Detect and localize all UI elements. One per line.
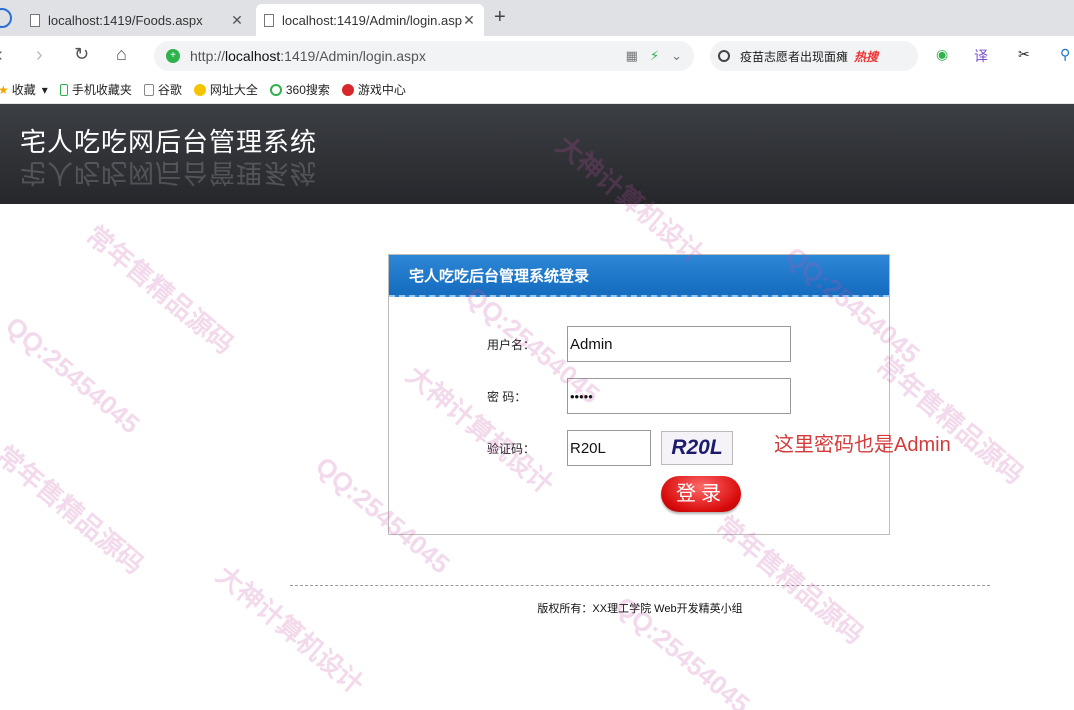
360-icon (269, 83, 282, 96)
login-button[interactable]: 登录 (661, 476, 741, 512)
star-icon: ★ (0, 82, 9, 97)
browser-logo-icon[interactable] (0, 8, 12, 28)
tab-title: localhost:1419/Foods.aspx (48, 12, 203, 28)
site-title: 宅人吃吃网后台管理系统 (20, 127, 318, 157)
watermark: QQ:25454045 (0, 310, 146, 440)
translate-icon[interactable]: 译 (974, 46, 988, 66)
watermark: 常年售精品源码 (80, 219, 240, 360)
footer-copyright: 版权所有：XX理工学院 Web开发精英小组 (537, 603, 743, 615)
phone-icon (59, 83, 68, 96)
close-icon[interactable]: ✕ (230, 12, 244, 29)
bookmark-360-search[interactable]: 360搜索 (269, 81, 330, 98)
reload-icon[interactable]: ↻ (74, 44, 89, 65)
password-row: 密 码： ••••• (487, 378, 791, 414)
login-panel-title: 宅人吃吃后台管理系统登录 (389, 255, 889, 297)
search-icon (718, 50, 730, 62)
bookmarks-bar: ★ 收藏 ▾ 手机收藏夹 谷歌 网址大全 360搜索 游戏中心 (0, 76, 1074, 104)
nav-bar: ‹ › ↻ ⌂ + http://localhost:1419/Admin/lo… (0, 36, 1074, 76)
chevron-down-icon[interactable]: ⌄ (671, 48, 682, 64)
home-icon[interactable]: ⌂ (116, 44, 127, 65)
url-text[interactable]: http://localhost:1419/Admin/login.aspx (190, 48, 626, 64)
password-label: 密 码： (487, 389, 527, 404)
bookmark-mobile[interactable]: 手机收藏夹 (59, 81, 132, 98)
lightning-icon[interactable]: ⚡ (650, 48, 659, 64)
tab-admin-login[interactable]: localhost:1419/Admin/login.aspx ✕ (256, 4, 484, 36)
footer-divider (290, 585, 990, 586)
username-label: 用户名： (487, 337, 536, 352)
tab-foods[interactable]: localhost:1419/Foods.aspx ✕ (22, 4, 252, 36)
watermark: 大神计算机设计 (210, 559, 370, 700)
captcha-input[interactable]: R20L (567, 430, 651, 466)
qr-icon[interactable]: ▦ (626, 48, 638, 64)
username-input[interactable]: Admin (567, 326, 791, 362)
hot-search-badge[interactable]: 热搜 (854, 48, 878, 65)
chevron-down-icon: ▾ (41, 82, 48, 97)
close-icon[interactable]: ✕ (462, 12, 476, 29)
page-icon (143, 83, 154, 96)
captcha-row: 验证码： R20L R20L (487, 430, 733, 466)
captcha-image[interactable]: R20L (661, 431, 733, 465)
watermark: 常年售精品源码 (0, 439, 150, 580)
bookmark-site-nav[interactable]: 网址大全 (193, 81, 258, 98)
extension-green-icon[interactable]: ◉ (936, 46, 948, 63)
password-hint-note: 这里密码也是Admin (774, 434, 951, 456)
scissors-icon[interactable]: ✂ (1018, 46, 1030, 63)
username-row: 用户名： Admin (487, 326, 791, 362)
search-text: 疫苗志愿者出现面瘫 (740, 49, 849, 64)
new-tab-icon[interactable]: + (494, 6, 506, 29)
address-bar[interactable]: + http://localhost:1419/Admin/login.aspx… (154, 41, 694, 71)
page-icon (30, 13, 40, 27)
bookmark-game-center[interactable]: 游戏中心 (341, 81, 406, 98)
back-icon[interactable]: ‹ (0, 44, 3, 67)
site-header: 宅人吃吃网后台管理系统 宅人吃吃网后台管理系统 (0, 104, 1074, 204)
search-ext-icon[interactable]: ⚲ (1060, 46, 1070, 63)
password-input[interactable]: ••••• (567, 378, 791, 414)
search-box[interactable]: 疫苗志愿者出现面瘫 热搜 (710, 41, 918, 71)
watermark: 常年售精品源码 (870, 349, 1030, 490)
site-nav-icon (193, 83, 206, 96)
secure-shield-icon: + (166, 49, 180, 63)
forward-icon[interactable]: › (36, 44, 43, 67)
login-panel: 宅人吃吃后台管理系统登录 用户名： Admin 密 码： ••••• 验证码： … (388, 254, 890, 535)
site-title-reflection: 宅人吃吃网后台管理系统 (20, 158, 318, 188)
bookmark-favorites[interactable]: ★ 收藏 ▾ (0, 81, 48, 98)
captcha-label: 验证码： (487, 441, 536, 456)
tab-title: localhost:1419/Admin/login.aspx (282, 12, 462, 28)
game-icon (341, 83, 354, 96)
bookmark-google[interactable]: 谷歌 (143, 81, 182, 98)
page-icon (264, 13, 274, 27)
tab-strip: localhost:1419/Foods.aspx ✕ localhost:14… (0, 0, 1074, 36)
